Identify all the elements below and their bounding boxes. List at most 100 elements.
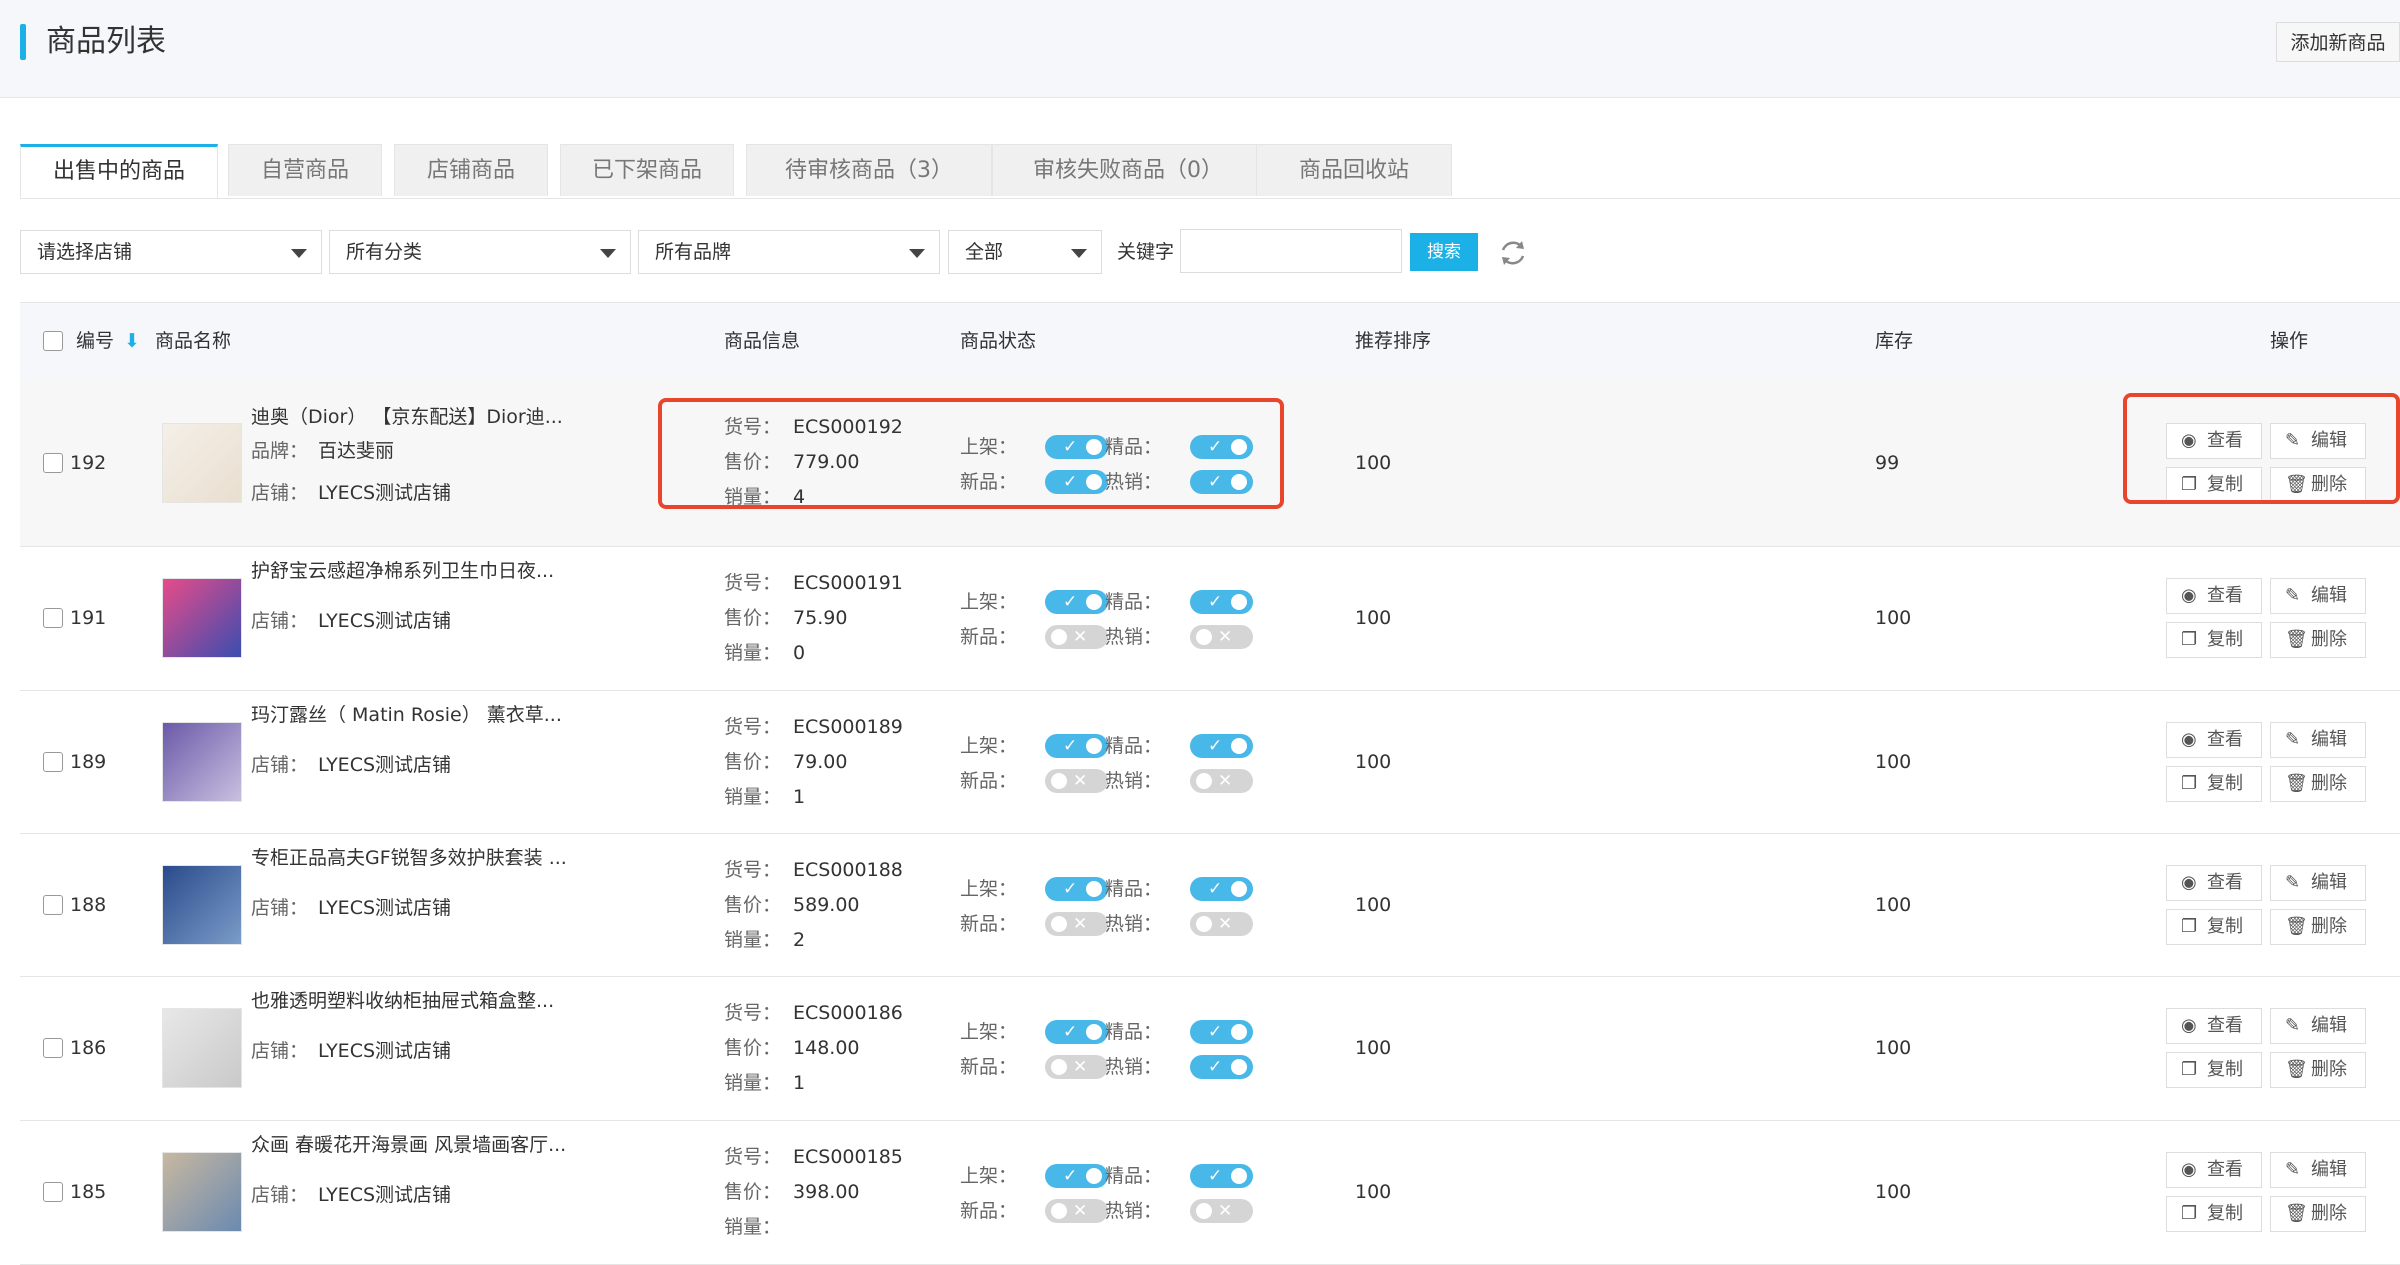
view-button[interactable]: ◉ 查看 [2166, 578, 2262, 614]
row-checkbox[interactable] [43, 752, 63, 772]
delete-button[interactable]: 🗑 删除 [2270, 909, 2366, 945]
copy-button[interactable]: ❐ 复制 [2166, 1196, 2262, 1232]
trash-icon: 🗑 [2285, 1203, 2308, 1224]
edit-button[interactable]: ✎ 编辑 [2270, 865, 2366, 901]
price-value: 589.00 [793, 894, 860, 916]
best-toggle[interactable]: ✓ [1190, 1164, 1253, 1188]
product-thumbnail[interactable] [162, 722, 242, 802]
product-thumbnail[interactable] [162, 865, 242, 945]
chevron-down-icon [909, 249, 925, 258]
hot-label: 热销： [1105, 1200, 1163, 1222]
on-sale-toggle[interactable]: ✓ [1045, 1164, 1108, 1188]
cross-icon: ✕ [1073, 914, 1088, 934]
shop-label: 店铺： [251, 482, 309, 504]
sort-down-icon[interactable]: ⬇ [124, 330, 140, 352]
on-sale-toggle[interactable]: ✓ [1045, 877, 1108, 901]
tab-self-operated[interactable]: 自营商品 [228, 144, 382, 196]
product-name-link[interactable]: 也雅透明塑料收纳柜抽屉式箱盒整... [251, 986, 554, 1013]
tab-off-shelf[interactable]: 已下架商品 [560, 144, 734, 196]
new-toggle[interactable]: ✕ [1045, 625, 1108, 649]
hot-label: 热销： [1105, 913, 1163, 935]
view-button[interactable]: ◉ 查看 [2166, 1152, 2262, 1188]
new-toggle[interactable]: ✕ [1045, 769, 1108, 793]
add-product-button[interactable]: 添加新商品 [2276, 22, 2400, 62]
best-toggle[interactable]: ✓ [1190, 590, 1253, 614]
cross-icon: ✕ [1218, 771, 1233, 791]
cross-icon: ✕ [1073, 627, 1088, 647]
refresh-icon[interactable] [1498, 238, 1528, 268]
sku-value: ECS000186 [793, 1002, 903, 1024]
product-shop: 店铺： LYECS测试店铺 [251, 750, 451, 777]
new-toggle[interactable]: ✕ [1045, 1055, 1108, 1079]
delete-button[interactable]: 🗑 删除 [2270, 766, 2366, 802]
delete-button[interactable]: 🗑 删除 [2270, 1052, 2366, 1088]
tab-review-failed[interactable]: 审核失败商品（0） [992, 144, 1264, 196]
new-toggle[interactable]: ✕ [1045, 1199, 1108, 1223]
copy-button[interactable]: ❐ 复制 [2166, 1052, 2262, 1088]
toggle-knob [1086, 594, 1102, 610]
hot-toggle[interactable]: ✓ [1190, 1055, 1253, 1079]
copy-button[interactable]: ❐ 复制 [2166, 766, 2262, 802]
edit-button[interactable]: ✎ 编辑 [2270, 1008, 2366, 1044]
on-sale-toggle[interactable]: ✓ [1045, 734, 1108, 758]
edit-label: 编辑 [2311, 1159, 2347, 1180]
category-select[interactable]: 所有分类 [329, 230, 631, 274]
tab-shop-products[interactable]: 店铺商品 [394, 144, 548, 196]
row-checkbox[interactable] [43, 608, 63, 628]
toggle-knob [1196, 629, 1212, 645]
product-thumbnail[interactable] [162, 578, 242, 658]
product-name-link[interactable]: 迪奥（Dior） 【京东配送】Dior迪... [251, 402, 563, 429]
stock-value: 100 [1875, 751, 1912, 773]
edit-button[interactable]: ✎ 编辑 [2270, 1152, 2366, 1188]
edit-button[interactable]: ✎ 编辑 [2270, 578, 2366, 614]
tab-on-sale[interactable]: 出售中的商品 [20, 144, 218, 198]
keyword-input[interactable] [1180, 229, 1402, 273]
product-name-link[interactable]: 护舒宝云感超净棉系列卫生巾日夜... [251, 556, 554, 583]
tab-recycle-bin[interactable]: 商品回收站 [1256, 144, 1452, 196]
product-sales: 销量： [724, 1212, 793, 1239]
brand-select[interactable]: 所有品牌 [638, 230, 940, 274]
view-button[interactable]: ◉ 查看 [2166, 722, 2262, 758]
product-thumbnail[interactable] [162, 1152, 242, 1232]
hot-toggle[interactable]: ✕ [1190, 1199, 1253, 1223]
product-thumbnail[interactable] [162, 423, 242, 503]
product-shop: 店铺： LYECS测试店铺 [251, 1180, 451, 1207]
sales-label: 销量： [724, 1216, 782, 1238]
on-sale-toggle[interactable]: ✓ [1045, 590, 1108, 614]
row-checkbox[interactable] [43, 453, 63, 473]
shop-select[interactable]: 请选择店铺 [20, 230, 322, 274]
product-name-link[interactable]: 玛汀露丝（ Matin Rosie） 薰衣草... [251, 700, 562, 727]
row-checkbox[interactable] [43, 895, 63, 915]
col-id-header[interactable]: 编号 ⬇ [76, 303, 140, 380]
product-sales: 销量： 2 [724, 925, 805, 952]
table-row: 189 玛汀露丝（ Matin Rosie） 薰衣草... 店铺： LYECS测试店铺… [20, 690, 2400, 834]
view-button[interactable]: ◉ 查看 [2166, 865, 2262, 901]
on-sale-toggle[interactable]: ✓ [1045, 1020, 1108, 1044]
select-all-checkbox[interactable] [43, 331, 63, 351]
edit-button[interactable]: ✎ 编辑 [2270, 722, 2366, 758]
hot-toggle[interactable]: ✕ [1190, 625, 1253, 649]
hot-toggle[interactable]: ✕ [1190, 769, 1253, 793]
new-toggle[interactable]: ✕ [1045, 912, 1108, 936]
best-toggle[interactable]: ✓ [1190, 1020, 1253, 1044]
delete-button[interactable]: 🗑 删除 [2270, 622, 2366, 658]
copy-button[interactable]: ❐ 复制 [2166, 622, 2262, 658]
tab-pending-review[interactable]: 待审核商品（3） [746, 144, 992, 196]
view-button[interactable]: ◉ 查看 [2166, 1008, 2262, 1044]
hot-toggle[interactable]: ✕ [1190, 912, 1253, 936]
table-header: 编号 ⬇ 商品名称 商品信息 商品状态 推荐排序 库存 操作 [20, 302, 2400, 381]
toggle-knob [1231, 1059, 1247, 1075]
best-toggle[interactable]: ✓ [1190, 734, 1253, 758]
product-thumbnail[interactable] [162, 1008, 242, 1088]
product-name-link[interactable]: 专柜正品高夫GF锐智多效护肤套装 ... [251, 843, 567, 870]
row-checkbox[interactable] [43, 1182, 63, 1202]
status-select[interactable]: 全部 [948, 230, 1102, 274]
sales-value: 1 [793, 1072, 806, 1094]
product-name-link[interactable]: 众画 春暖花开海景画 风景墙画客厅... [251, 1130, 566, 1157]
row-checkbox[interactable] [43, 1038, 63, 1058]
delete-button[interactable]: 🗑 删除 [2270, 1196, 2366, 1232]
table-row: 191 护舒宝云感超净棉系列卫生巾日夜... 店铺： LYECS测试店铺 货号： ECS0… [20, 546, 2400, 691]
search-button[interactable]: 搜索 [1410, 233, 1478, 271]
best-toggle[interactable]: ✓ [1190, 877, 1253, 901]
copy-button[interactable]: ❐ 复制 [2166, 909, 2262, 945]
